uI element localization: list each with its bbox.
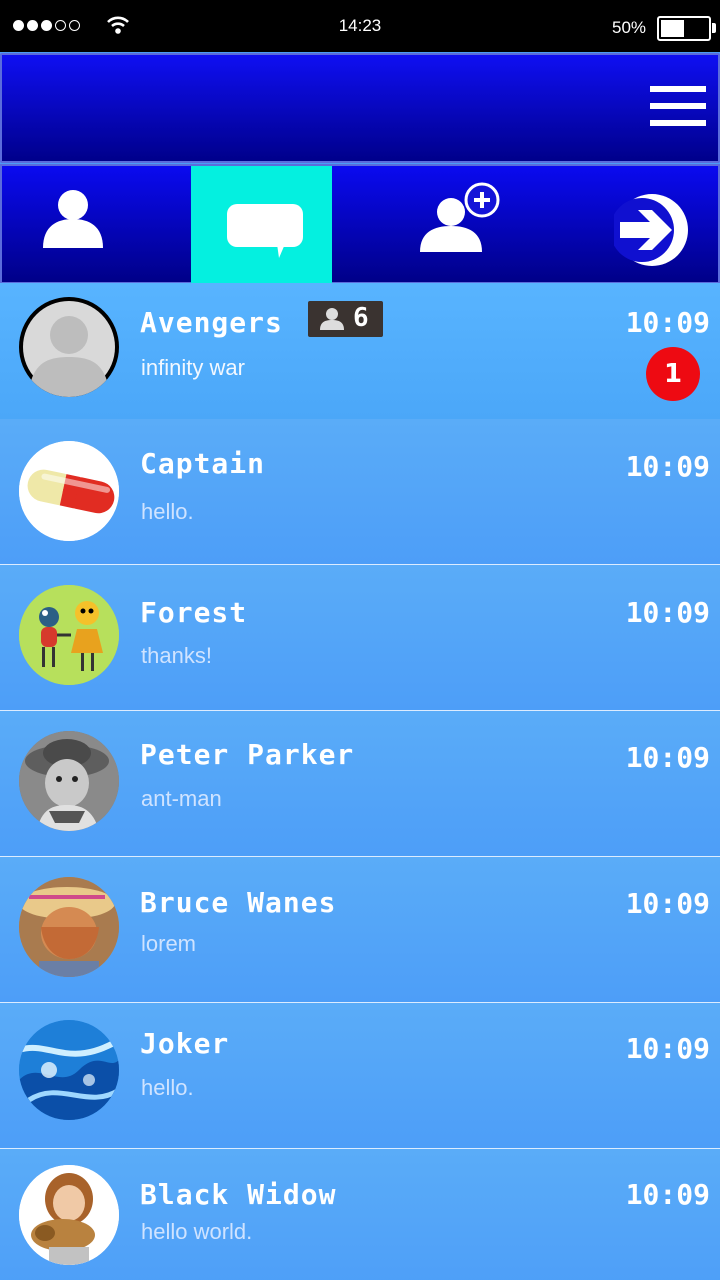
chat-time: 10:09 (625, 1178, 710, 1211)
person-icon (43, 190, 103, 248)
group-member-badge: 6 (308, 301, 383, 337)
avatar (19, 877, 119, 977)
exit-arrow-icon (614, 194, 688, 266)
chat-time: 10:09 (625, 596, 710, 629)
chat-last-message: hello. (141, 499, 194, 524)
chat-name: Forest (140, 596, 248, 629)
chat-name: Captain (140, 447, 266, 480)
tab-contacts[interactable] (2, 166, 142, 284)
tab-chats[interactable] (191, 166, 332, 284)
tab-add-contact[interactable] (402, 166, 512, 284)
avatar (19, 585, 119, 685)
avatar (19, 441, 119, 541)
chat-last-message: lorem (141, 931, 197, 956)
tab-bar (0, 164, 720, 284)
chat-time: 10:09 (625, 741, 710, 774)
chat-last-message: hello world. (141, 1219, 253, 1244)
chat-time: 10:09 (625, 306, 710, 339)
chat-name: Joker (140, 1027, 230, 1060)
chat-time: 10:09 (625, 1032, 710, 1065)
chat-last-message: ant-man (141, 786, 222, 811)
chat-row-black-widow[interactable]: Black Widow hello world. 10:09 (0, 1149, 720, 1280)
chat-bubble-icon (227, 204, 303, 258)
avatar (19, 731, 119, 831)
chat-row-captain[interactable]: Captain hello. 10:09 (0, 419, 720, 565)
chat-last-message: infinity war (141, 355, 245, 380)
chat-last-message: thanks! (141, 643, 212, 668)
chat-time: 10:09 (625, 450, 710, 483)
hamburger-menu-icon[interactable] (650, 86, 706, 126)
person-icon (320, 308, 344, 330)
status-bar: 14:23 50% (0, 0, 720, 52)
unread-count-badge: 1 (646, 347, 700, 401)
chat-row-forest[interactable]: Forest thanks! 10:09 (0, 565, 720, 711)
chat-name: Bruce Wanes (140, 886, 337, 919)
group-member-count: 6 (353, 303, 369, 333)
chat-name: Peter Parker (140, 738, 355, 771)
tab-logout[interactable] (592, 166, 720, 284)
add-person-icon (420, 182, 500, 252)
avatar (19, 1165, 119, 1265)
app-header (0, 53, 720, 163)
chat-row-avengers[interactable]: Avengers 6 infinity war 10:09 1 (0, 283, 720, 429)
avatar (19, 1020, 119, 1120)
battery-icon (657, 16, 711, 41)
chat-last-message: hello. (141, 1075, 194, 1100)
chat-name: Black Widow (140, 1178, 337, 1211)
chat-row-joker[interactable]: Joker hello. 10:09 (0, 1003, 720, 1149)
chat-name: Avengers (140, 306, 283, 339)
avatar (19, 297, 119, 397)
chat-row-bruce-wanes[interactable]: Bruce Wanes lorem 10:09 (0, 857, 720, 1003)
battery-percent: 50% (612, 18, 647, 37)
chat-time: 10:09 (625, 887, 710, 920)
chat-row-peter-parker[interactable]: Peter Parker ant-man 10:09 (0, 711, 720, 857)
